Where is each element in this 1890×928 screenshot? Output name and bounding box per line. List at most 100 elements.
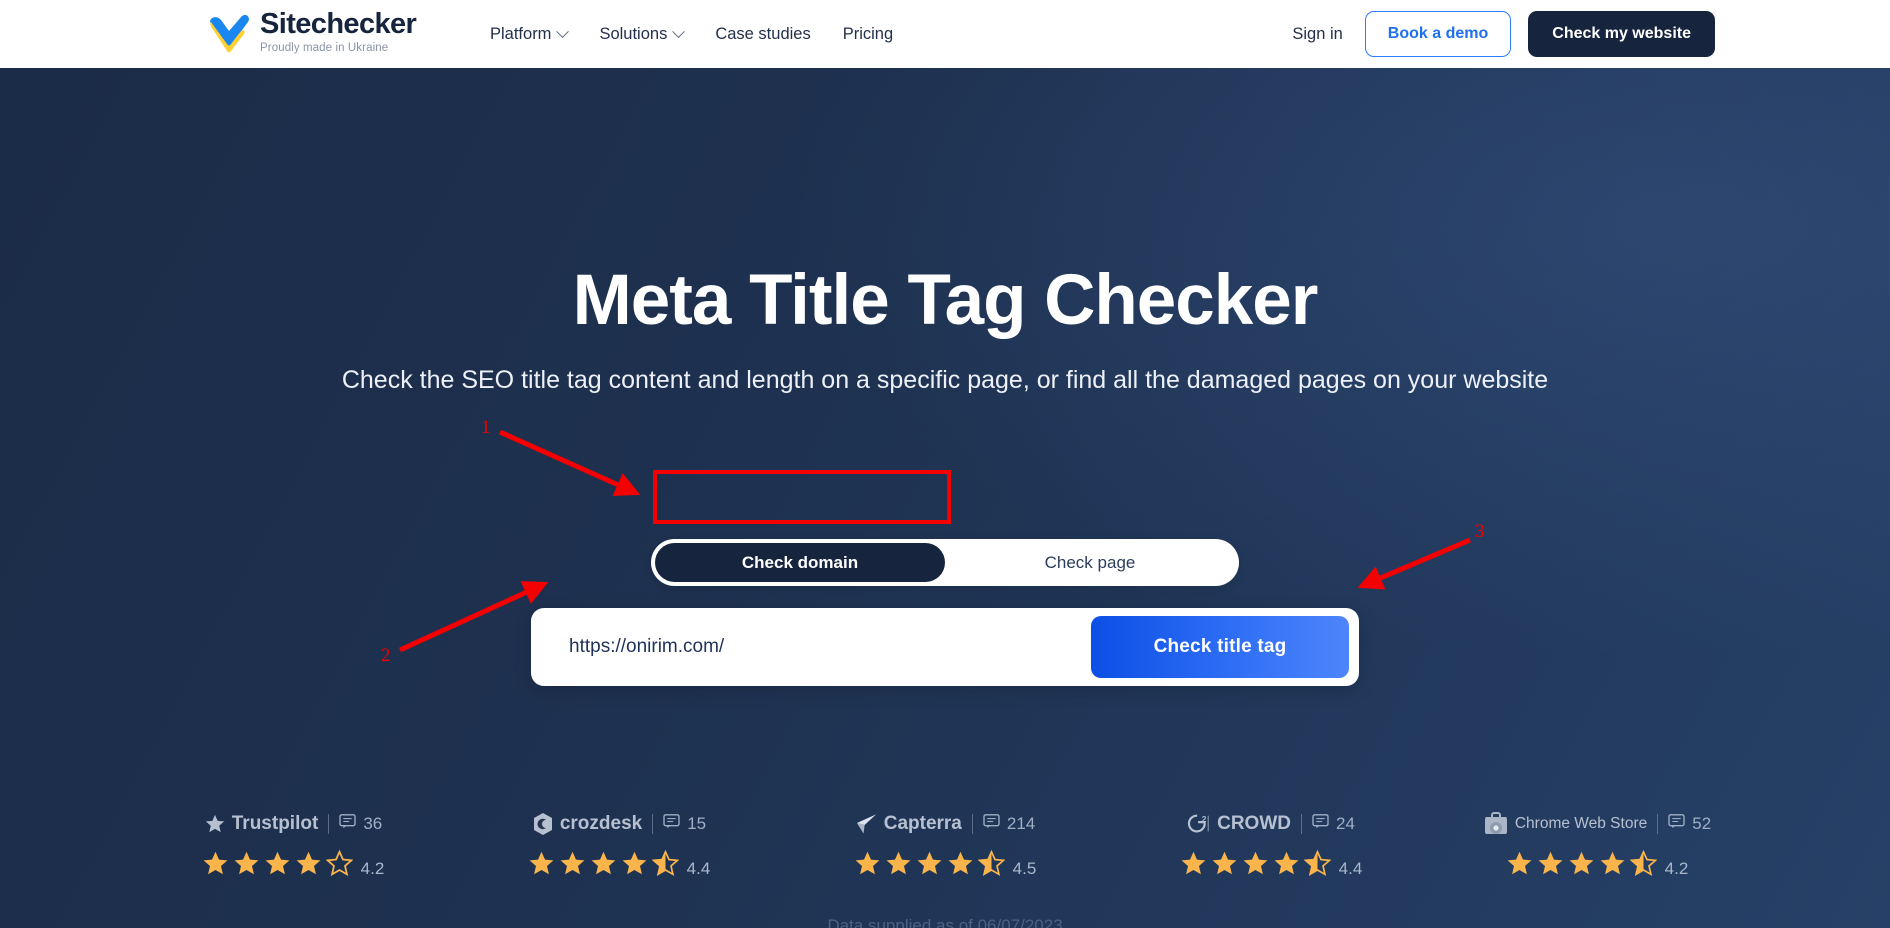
- rating-score: 4.4: [1338, 859, 1363, 878]
- logo[interactable]: Sitechecker Proudly made in Ukraine: [208, 8, 417, 55]
- divider: [652, 814, 654, 834]
- star-full-icon: [1273, 850, 1300, 882]
- reviews-value: 36: [363, 814, 383, 833]
- star-full-icon: [1180, 850, 1207, 882]
- comment-icon: [1312, 814, 1329, 834]
- rating-score: 4.4: [686, 859, 711, 878]
- hero-section: Meta Title Tag Checker Check the SEO tit…: [0, 68, 1890, 928]
- star-half-icon: [651, 849, 680, 882]
- crozdesk-hexagon-icon: [532, 812, 554, 836]
- url-search-input[interactable]: [531, 636, 1091, 658]
- chrome-web-store-brand: Chrome Web Store: [1483, 812, 1647, 836]
- check-mode-toggle: Check domain Check page: [651, 539, 1239, 586]
- comment-icon: [1668, 814, 1685, 834]
- stars: 4.5: [854, 849, 1036, 882]
- trustpilot-brand: Trustpilot: [204, 813, 319, 835]
- rating-header: crozdesk 15: [532, 810, 706, 838]
- nav-label: Case studies: [715, 24, 811, 43]
- brand-label: CROWD: [1217, 813, 1291, 834]
- star-full-icon: [885, 850, 912, 882]
- data-supplied-note: Data supplied as of 06/07/2023: [827, 916, 1063, 928]
- star-half-icon: [1629, 849, 1658, 882]
- divider: [971, 814, 973, 834]
- divider: [1300, 814, 1302, 834]
- stars: 4.2: [1506, 849, 1689, 882]
- nav-label: Solutions: [599, 24, 668, 43]
- chevron-down-icon: [672, 24, 686, 38]
- trustpilot-star-icon: [204, 813, 226, 835]
- reviews-count: 24: [1312, 814, 1355, 834]
- book-a-demo-button[interactable]: Book a demo: [1364, 11, 1512, 57]
- nav-label: Platform: [490, 24, 552, 43]
- reviews-count: 36: [339, 814, 382, 834]
- star-full-icon: [590, 850, 617, 882]
- logo-title: Sitechecker: [260, 8, 417, 40]
- star-full-icon: [1506, 850, 1533, 882]
- crozdesk-brand: crozdesk: [532, 812, 642, 836]
- brand-label: crozdesk: [559, 813, 643, 834]
- reviews-value: 214: [1006, 814, 1036, 833]
- brand-label: Chrome Web Store: [1514, 815, 1648, 832]
- nav-item-case-studies[interactable]: Case studies: [715, 25, 810, 44]
- star-full-icon: [1242, 850, 1269, 882]
- page-root: Sitechecker Proudly made in Ukraine Plat…: [0, 0, 1890, 928]
- rating-g2crowd: 2 CROWD 24 4.4: [1146, 810, 1396, 882]
- star-full-icon: [1568, 850, 1595, 882]
- ratings-row: Trustpilot 36 4.2 crozdesk 15 4.4 Capter…: [0, 810, 1890, 882]
- ukraine-heart-check-icon: [208, 14, 250, 55]
- rating-header: Trustpilot 36: [204, 810, 382, 838]
- star-full-icon: [947, 850, 974, 882]
- sign-in-link[interactable]: Sign in: [1292, 25, 1342, 44]
- rating-header: 2 CROWD 24: [1187, 810, 1355, 838]
- nav-item-pricing[interactable]: Pricing: [843, 25, 893, 44]
- star-full-icon: [1211, 850, 1238, 882]
- divider: [328, 814, 330, 834]
- main-nav: Platform Solutions Case studies Pricing: [490, 0, 893, 68]
- comment-icon: [339, 814, 356, 834]
- nav-item-solutions[interactable]: Solutions: [599, 24, 686, 44]
- header-actions: Sign in Book a demo Check my website: [1292, 0, 1715, 68]
- rating-capterra: Capterra 214 4.5: [820, 810, 1070, 882]
- brand-label: Trustpilot: [231, 813, 319, 834]
- stars: 4.2: [202, 849, 385, 882]
- stars: 4.4: [1180, 849, 1363, 882]
- star-full-icon: [854, 850, 881, 882]
- star-full-icon: [559, 850, 586, 882]
- rating-trustpilot: Trustpilot 36 4.2: [168, 810, 418, 882]
- star-full-icon: [621, 850, 648, 882]
- capterra-arrow-icon: [855, 813, 878, 835]
- nav-item-platform[interactable]: Platform: [490, 24, 570, 44]
- capterra-brand: Capterra: [855, 813, 962, 835]
- check-page-toggle[interactable]: Check page: [945, 543, 1235, 582]
- star-full-icon: [916, 850, 943, 882]
- star-full-icon: [1537, 850, 1564, 882]
- rating-header: Chrome Web Store 52: [1483, 810, 1711, 838]
- comment-icon: [983, 814, 1000, 834]
- reviews-count: 214: [983, 814, 1035, 834]
- chrome-web-store-icon: [1483, 812, 1509, 836]
- brand-label: Capterra: [883, 813, 962, 834]
- logo-tagline: Proudly made in Ukraine: [260, 41, 389, 54]
- rating-header: Capterra 214: [855, 810, 1035, 838]
- nav-label: Pricing: [842, 24, 894, 43]
- star-full-icon: [202, 850, 229, 882]
- check-my-website-button[interactable]: Check my website: [1528, 11, 1715, 57]
- reviews-value: 15: [687, 814, 707, 833]
- g2-crowd-icon: 2: [1187, 812, 1211, 836]
- url-search-bar: Check title tag: [531, 608, 1359, 686]
- site-header: Sitechecker Proudly made in Ukraine Plat…: [0, 0, 1890, 68]
- check-title-tag-button[interactable]: Check title tag: [1091, 616, 1349, 678]
- reviews-value: 24: [1335, 814, 1355, 833]
- rating-score: 4.2: [360, 859, 385, 878]
- chevron-down-icon: [556, 24, 570, 38]
- rating-score: 4.2: [1664, 859, 1689, 878]
- star-empty-icon: [325, 849, 354, 882]
- star-full-icon: [233, 850, 260, 882]
- star-full-icon: [264, 850, 291, 882]
- comment-icon: [663, 814, 680, 834]
- check-domain-toggle[interactable]: Check domain: [655, 543, 945, 582]
- rating-chrome-web-store: Chrome Web Store 52 4.2: [1472, 810, 1722, 882]
- stars: 4.4: [528, 849, 711, 882]
- page-title: Meta Title Tag Checker: [572, 261, 1319, 340]
- rating-crozdesk: crozdesk 15 4.4: [494, 810, 744, 882]
